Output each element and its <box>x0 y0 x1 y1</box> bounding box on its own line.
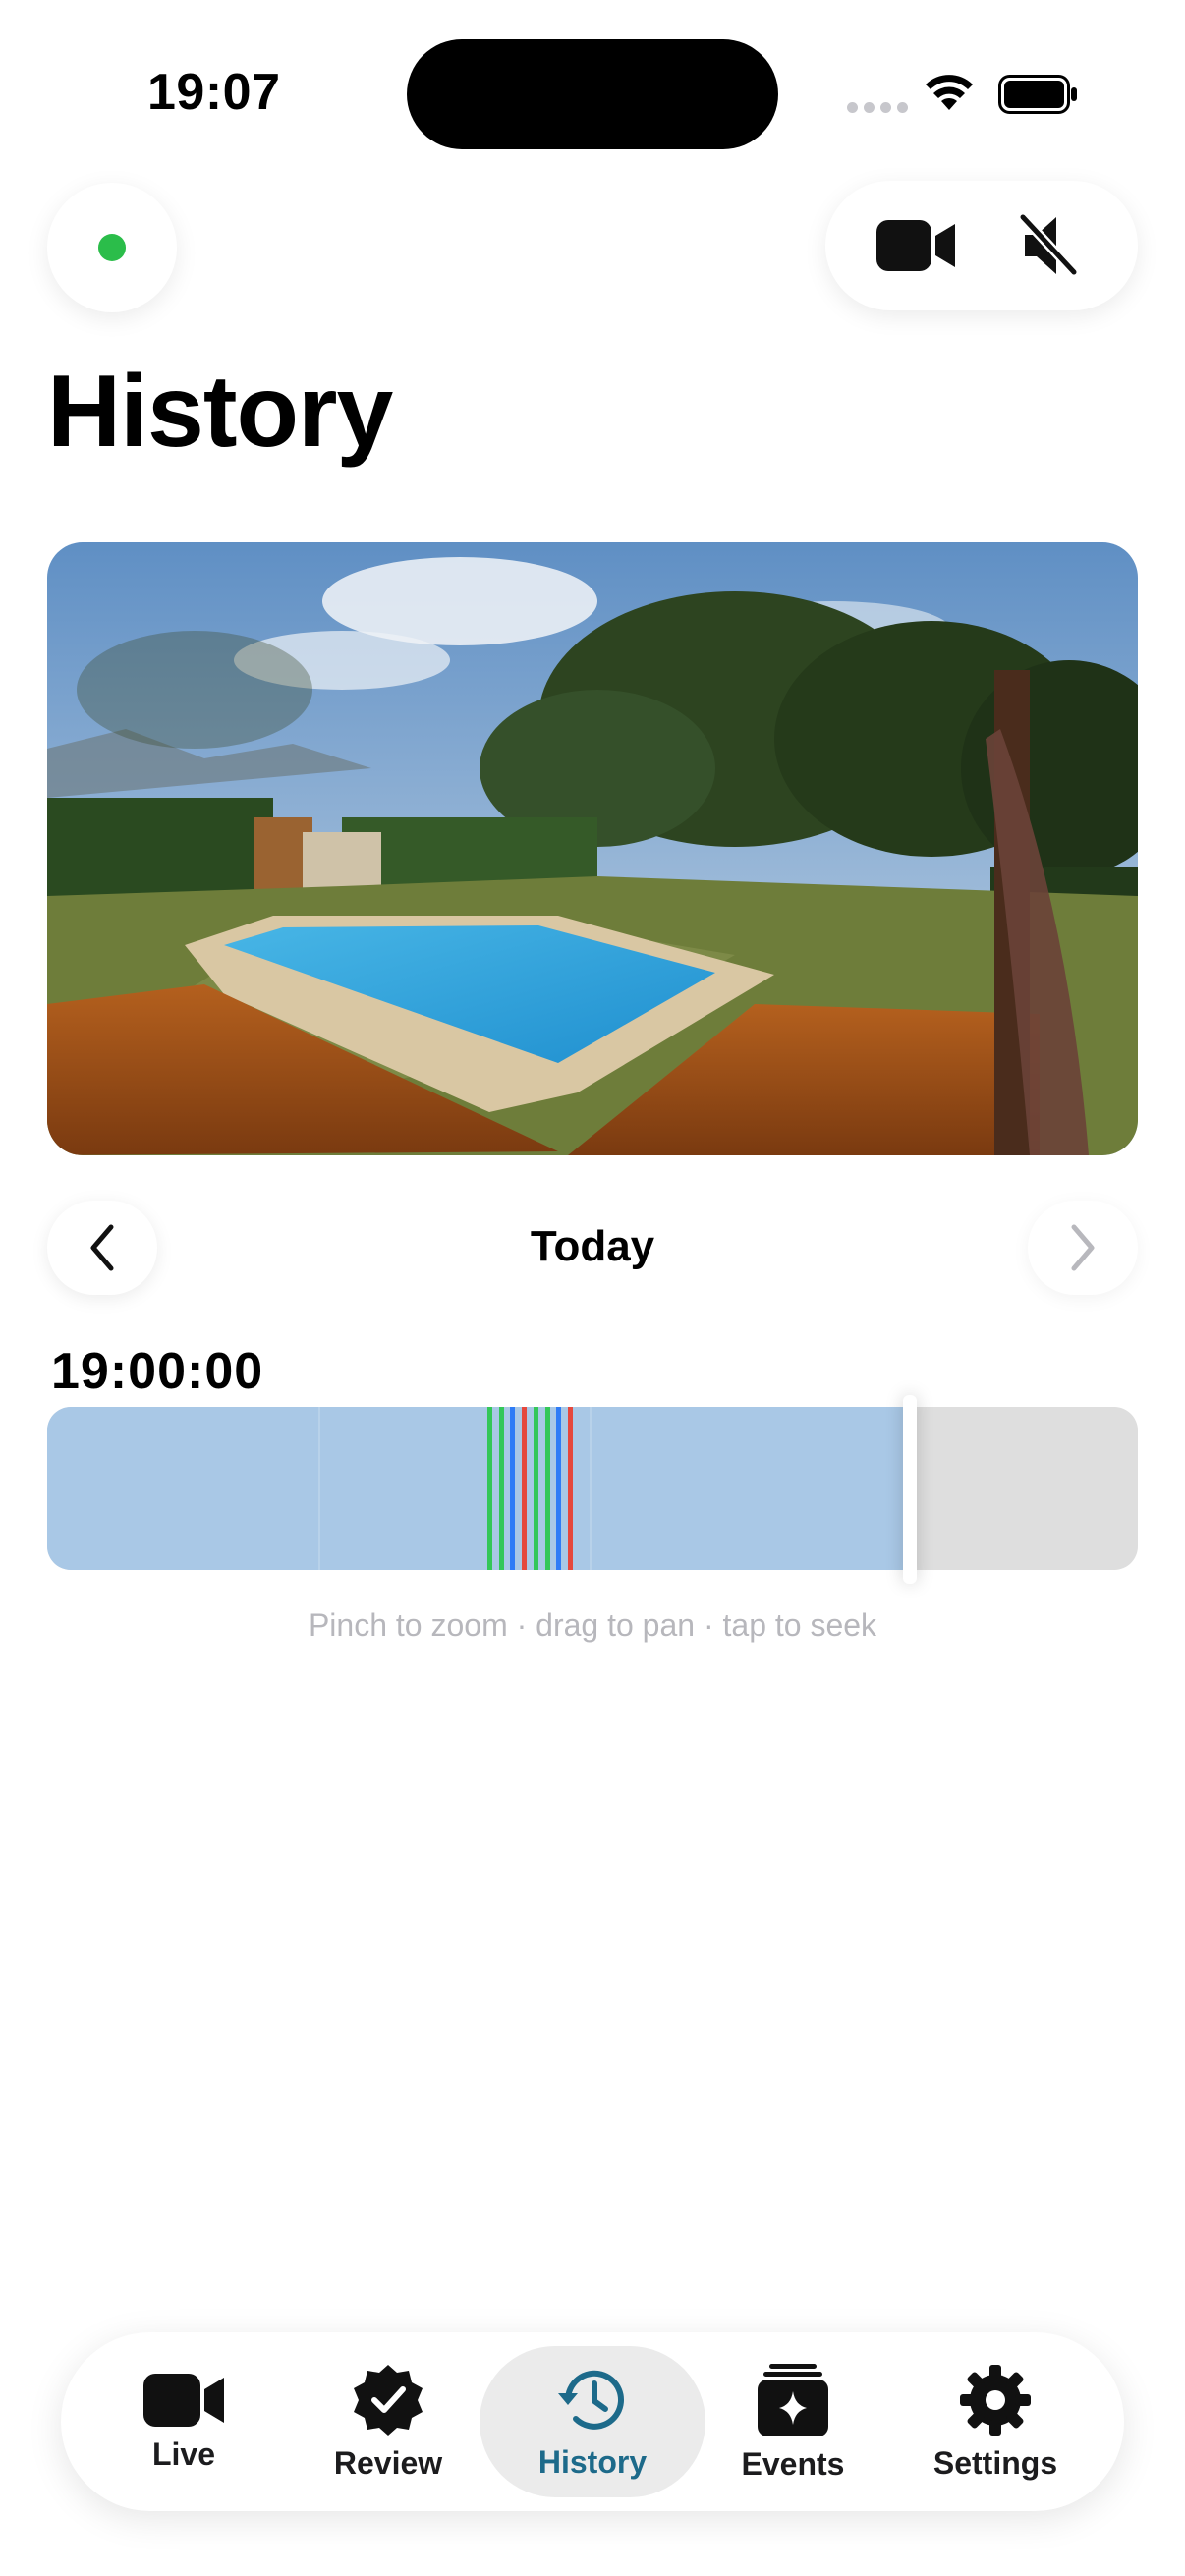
status-bar-time: 19:07 <box>147 64 281 121</box>
tab-settings[interactable]: Settings <box>894 2346 1097 2497</box>
timeline-event-marker[interactable] <box>567 1407 573 1570</box>
verified-badge-icon <box>354 2364 423 2436</box>
timeline-event-marker[interactable] <box>533 1407 538 1570</box>
wifi-icon <box>926 75 973 110</box>
media-controls-pill <box>825 181 1138 310</box>
gear-icon <box>960 2364 1031 2436</box>
current-timestamp: 19:00:00 <box>51 1343 264 1400</box>
timeline-event-marker[interactable] <box>487 1407 492 1570</box>
cellular-signal-icon <box>847 102 908 113</box>
tab-bar: Live Review History Events Settings <box>61 2332 1124 2511</box>
video-camera-icon <box>875 220 955 271</box>
history-timeline[interactable] <box>47 1407 1138 1570</box>
page-title: History <box>47 355 393 469</box>
video-toggle-button[interactable] <box>857 187 975 305</box>
timeline-playhead[interactable] <box>903 1395 917 1584</box>
next-day-button[interactable] <box>1028 1201 1138 1295</box>
history-clock-icon <box>558 2370 624 2430</box>
timeline-event-marker[interactable] <box>522 1407 528 1570</box>
tab-live[interactable]: Live <box>83 2346 285 2497</box>
tab-label: History <box>537 2443 648 2480</box>
camera-snapshot[interactable] <box>47 542 1138 1155</box>
recorded-range <box>47 1407 917 1570</box>
tab-label: Events <box>741 2445 845 2482</box>
timeline-event-marker[interactable] <box>544 1407 550 1570</box>
timeline-segment-divider <box>318 1407 320 1570</box>
tab-label: Review <box>333 2444 443 2481</box>
day-label: Today <box>530 1222 655 1270</box>
connection-status-button[interactable] <box>47 183 177 312</box>
battery-icon <box>998 75 1077 114</box>
mute-toggle-button[interactable] <box>989 187 1107 305</box>
timeline-hint: Pinch to zoom · drag to pan · tap to see… <box>308 1607 877 1643</box>
speaker-muted-icon <box>1017 212 1079 277</box>
dynamic-island <box>407 39 778 149</box>
timeline-segment-divider <box>590 1407 592 1570</box>
tab-review[interactable]: Review <box>287 2346 489 2497</box>
tab-label: Settings <box>932 2444 1058 2481</box>
video-camera-icon <box>143 2373 224 2427</box>
connection-status-dot <box>98 234 126 261</box>
tab-history[interactable]: History <box>480 2346 705 2497</box>
timeline-event-marker[interactable] <box>498 1407 504 1570</box>
chevron-right-icon <box>1071 1224 1095 1271</box>
timeline-event-marker[interactable] <box>556 1407 562 1570</box>
tab-events[interactable]: Events <box>692 2346 894 2497</box>
sparkle-stack-icon <box>758 2363 828 2436</box>
tab-label: Live <box>151 2436 216 2472</box>
timeline-event-marker[interactable] <box>510 1407 516 1570</box>
